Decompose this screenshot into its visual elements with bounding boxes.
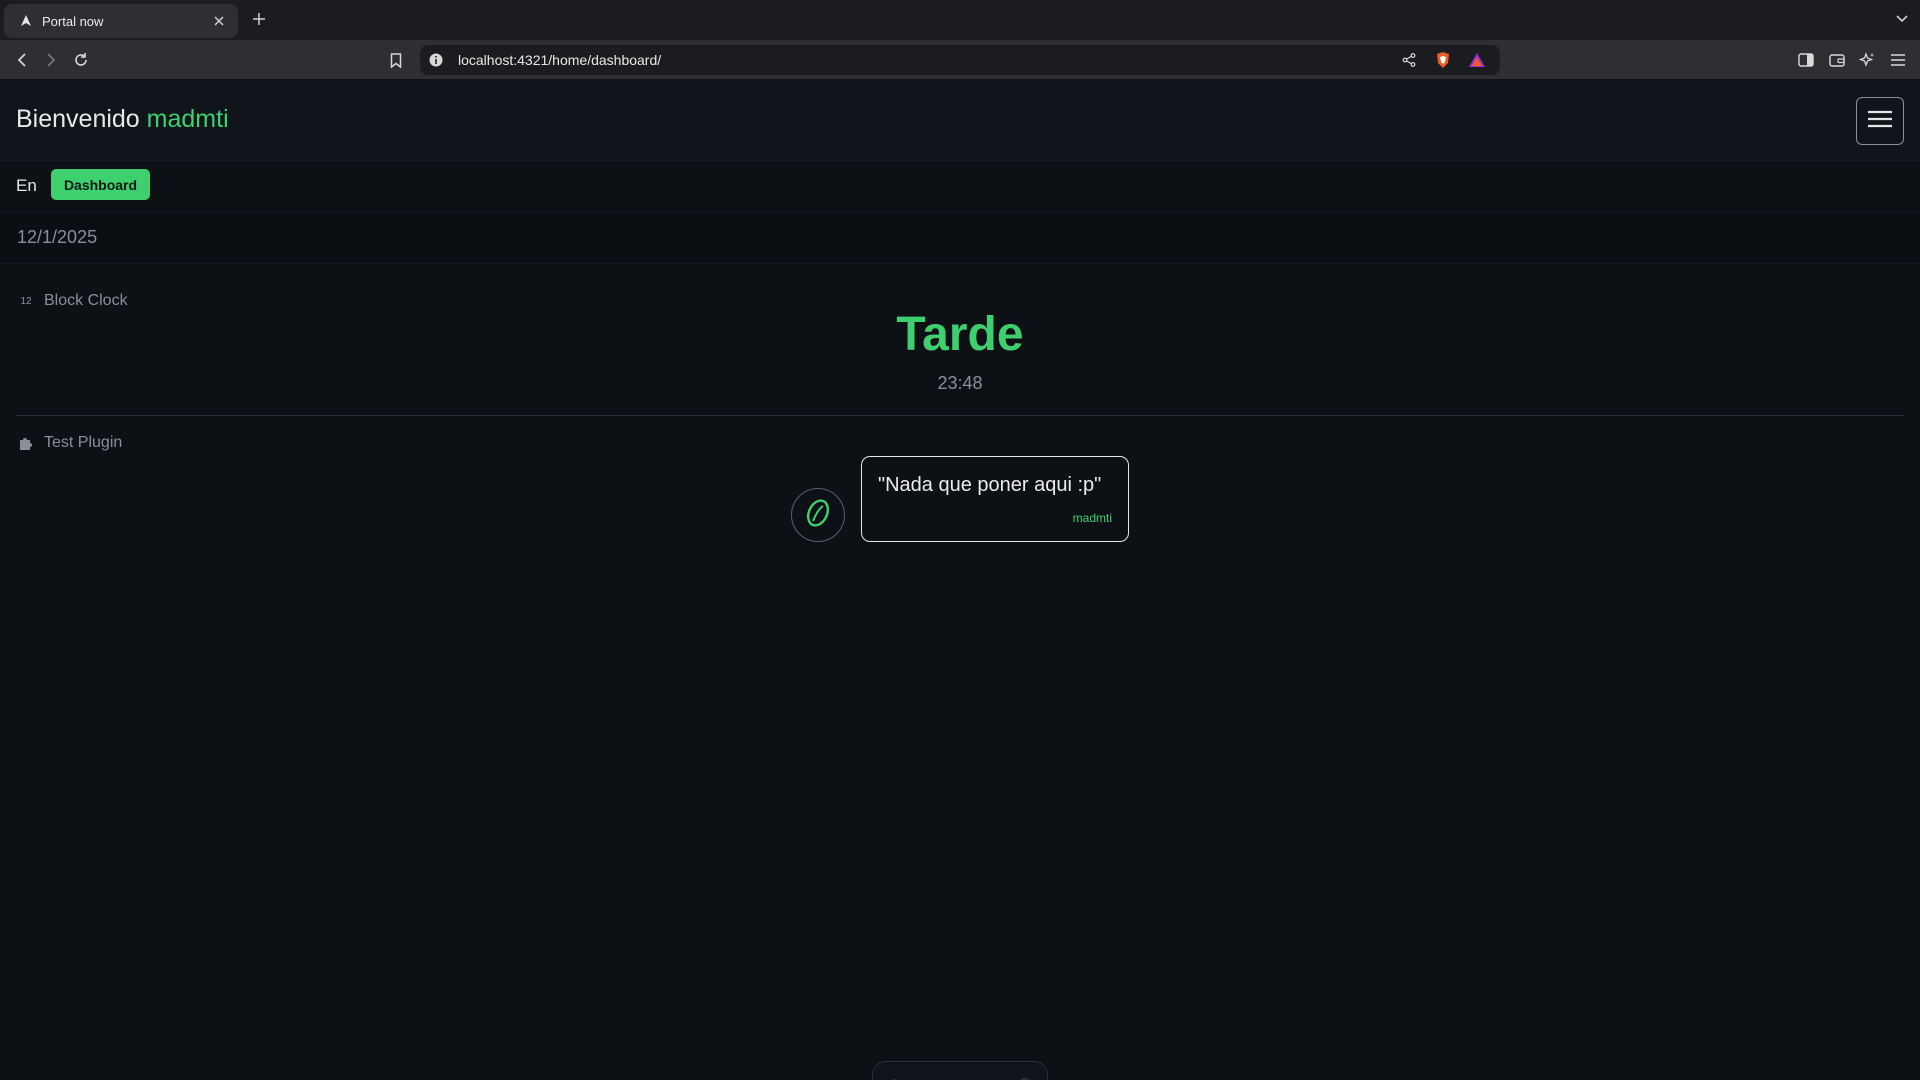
clock-time: 23:48	[937, 373, 983, 393]
wallet-icon[interactable]	[1826, 49, 1848, 71]
tab-title: Portal now	[42, 13, 104, 29]
puzzle-dock-icon[interactable]	[927, 1074, 949, 1080]
quote-text: "Nada que poner aqui :p"	[878, 474, 1102, 496]
day-period: Tarde	[896, 308, 1024, 361]
home-icon[interactable]	[884, 1074, 906, 1080]
quote-card: "Nada que poner aqui :p" madmti	[861, 456, 1129, 542]
welcome-message: Bienvenido madmti	[16, 105, 229, 134]
hamburger-menu-button[interactable]	[1856, 97, 1904, 145]
address-bar[interactable]: localhost:4321/home/dashboard/	[420, 45, 1500, 75]
test-plugin-label: Test Plugin	[18, 434, 122, 452]
current-date: 12/1/2025	[17, 227, 98, 247]
quote-author: madmti	[1072, 511, 1112, 525]
username: madmti	[146, 105, 229, 133]
list-icon[interactable]	[971, 1074, 993, 1080]
puzzle-icon	[18, 435, 34, 451]
browser-tab-bar: Portal now	[0, 0, 1920, 40]
dashboard-button[interactable]: Dashboard	[51, 169, 150, 200]
page-header: Bienvenido madmti	[0, 81, 1920, 161]
welcome-text: Bienvenido	[16, 105, 140, 133]
back-icon[interactable]	[11, 49, 33, 71]
avatar	[791, 488, 845, 542]
bottom-dock	[872, 1061, 1048, 1080]
plus-icon[interactable]	[248, 8, 270, 30]
portal-favicon-icon	[18, 13, 34, 29]
forward-icon[interactable]	[40, 49, 62, 71]
portal-logo-icon	[802, 496, 834, 535]
share-icon[interactable]	[1398, 49, 1420, 71]
sidebar-icon[interactable]	[1795, 49, 1817, 71]
date-bar: 12/1/2025	[0, 212, 1920, 264]
leo-ai-icon[interactable]	[1856, 49, 1878, 71]
test-plugin-title: Test Plugin	[44, 434, 123, 451]
brave-shield-icon[interactable]	[1432, 49, 1454, 71]
language-toggle[interactable]: En	[16, 176, 37, 196]
reload-icon[interactable]	[70, 49, 92, 71]
hamburger-menu-icon	[1868, 110, 1892, 133]
info-icon[interactable]	[428, 52, 444, 68]
gear-icon[interactable]	[1014, 1074, 1036, 1080]
close-icon[interactable]	[210, 12, 228, 30]
brave-rewards-icon[interactable]	[1466, 49, 1488, 71]
browser-toolbar: localhost:4321/home/dashboard/	[0, 40, 1920, 80]
bookmark-icon[interactable]	[385, 49, 407, 71]
url-text[interactable]: localhost:4321/home/dashboard/	[458, 52, 1398, 68]
chevron-down-icon[interactable]	[1892, 9, 1912, 29]
browser-tab[interactable]: Portal now	[4, 4, 238, 38]
app-menu-icon[interactable]	[1887, 49, 1909, 71]
dashboard-page: Bienvenido madmti En Dashboard 12/1/2025…	[0, 81, 1920, 1080]
section-divider	[16, 415, 1904, 416]
